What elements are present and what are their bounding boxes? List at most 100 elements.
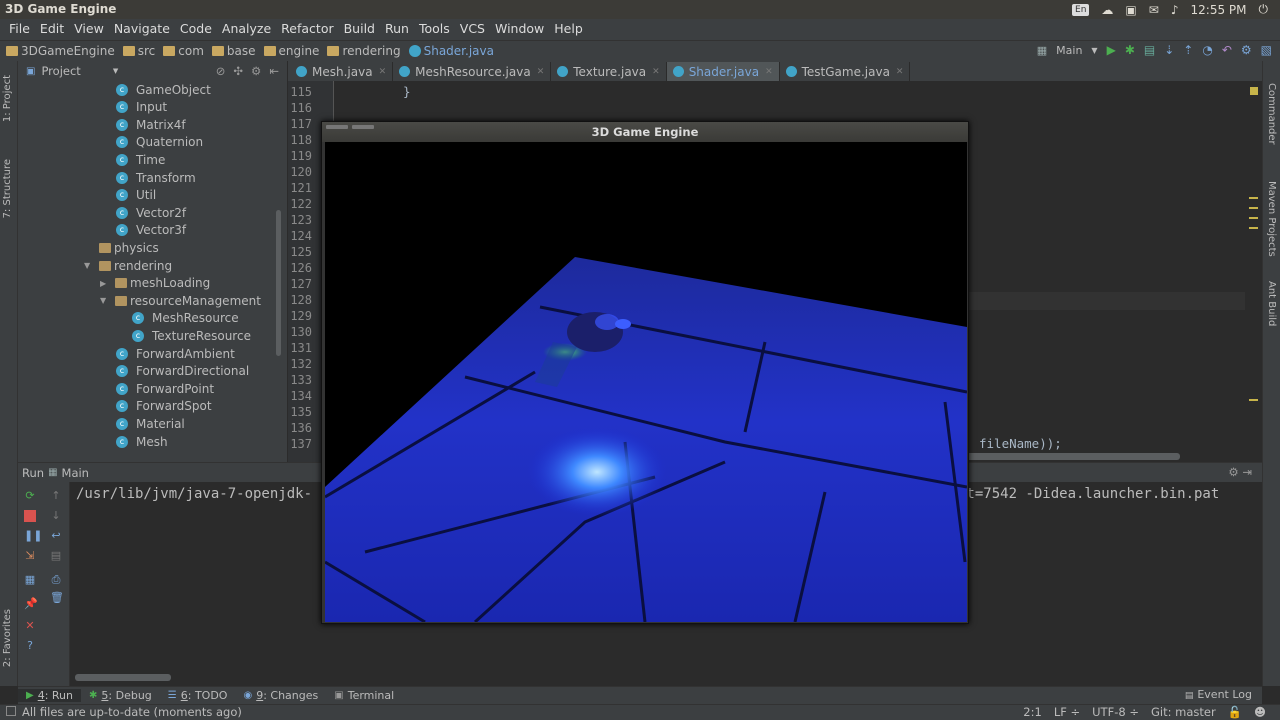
vcs-update-icon[interactable]: ⇣ [1164,43,1174,57]
structure-icon[interactable]: ▧ [1261,43,1272,57]
chevron-down-icon[interactable]: ▼ [1091,46,1097,55]
gear-icon[interactable]: ⚙ ⇥ [1228,465,1252,479]
hide-icon[interactable]: ⇤ [269,64,279,78]
volume-icon[interactable]: ♪ [1171,3,1179,17]
window-menu-button[interactable] [326,125,348,129]
pin-icon[interactable]: 📌 [24,598,38,610]
run-config-selector[interactable]: Main [1056,44,1082,57]
breadcrumb-item-3dgameengine[interactable]: 3DGameEngine [6,44,115,58]
sync-icon[interactable]: ⊘ [216,64,226,78]
up-arrow-icon[interactable]: ↑ [50,490,62,502]
editor-horizontal-scrollbar[interactable] [960,453,1180,460]
project-tree-item[interactable]: c Matrix4f [116,116,186,133]
chevron-down-icon[interactable]: ▼ [100,296,110,305]
power-icon[interactable]: ⏻ [1259,2,1269,17]
warning-mark[interactable] [1249,217,1258,219]
breadcrumb-item-base[interactable]: base [211,44,256,58]
scroll-to-end-icon[interactable]: ▤ [50,550,62,562]
gear-icon[interactable]: ⚙ [251,64,261,78]
clock[interactable]: 12:55 PM [1191,3,1247,17]
line-separator[interactable]: LF ÷ [1054,705,1080,719]
tool-tab-terminal[interactable]: ▣ Terminal [326,689,402,702]
menu-item-tools[interactable]: Tools [414,19,455,40]
game-window[interactable]: 3D Game Engine [321,121,969,624]
console-horizontal-scrollbar[interactable] [75,674,171,681]
run-icon[interactable]: ▶ [1107,43,1116,57]
project-panel-title[interactable]: Project [41,64,80,78]
warning-mark[interactable] [1249,399,1258,401]
project-tree-item[interactable]: c ForwardSpot [116,398,212,415]
menu-item-navigate[interactable]: Navigate [109,19,175,40]
project-tree-item[interactable]: ▼ rendering [84,257,172,274]
project-tool-tab[interactable]: 1: Project [2,75,13,122]
help-icon[interactable]: ? [24,640,36,652]
run-tab-main[interactable]: Main [62,466,89,480]
event-log-tab[interactable]: ▤ Event Log [1185,688,1252,701]
soft-wrap-icon[interactable]: ↩ [50,530,62,542]
editor-tab-shader-java[interactable]: Shader.java ✕ [666,62,780,81]
editor-tab-testgame-java[interactable]: TestGame.java ✕ [780,62,911,81]
menu-item-help[interactable]: Help [549,19,588,40]
debug-icon[interactable]: ✱ [1125,43,1135,57]
file-encoding[interactable]: UTF-8 ÷ [1092,705,1139,719]
favorites-tool-tab[interactable]: 2: Favorites [2,609,13,667]
print-icon[interactable]: ⎙ [50,574,62,586]
project-tree-item[interactable]: c MeshResource [132,310,239,327]
game-window-titlebar[interactable]: 3D Game Engine [322,122,968,142]
keyboard-layout-indicator[interactable]: En [1072,3,1090,16]
breadcrumb-item-engine[interactable]: engine [263,44,319,58]
menu-item-file[interactable]: File [4,19,35,40]
coverage-icon[interactable]: ▤ [1144,43,1155,57]
down-arrow-icon[interactable]: ↓ [50,510,62,522]
project-tree-item[interactable]: c Vector2f [116,204,186,221]
menu-item-refactor[interactable]: Refactor [276,19,338,40]
cloud-icon[interactable]: ☁ [1101,3,1113,17]
project-tree-item[interactable]: c GameObject [116,81,211,98]
trash-icon[interactable]: 🗑 [50,592,64,604]
breadcrumb-item-shader-java[interactable]: Shader.java [408,44,494,58]
menu-item-edit[interactable]: Edit [35,19,69,40]
project-tree-item[interactable]: c ForwardDirectional [116,363,249,380]
tool-tab-run[interactable]: ▶ 4: Run [18,689,81,702]
close-icon[interactable]: ✕ [24,620,36,632]
layout-icon[interactable]: ▦ [24,574,36,586]
project-tree-item[interactable]: c Material [116,415,185,432]
warning-mark[interactable] [1249,197,1258,199]
menu-item-view[interactable]: View [69,19,109,40]
rerun-icon[interactable]: ⟳ [24,490,36,502]
maven-tool-tab[interactable]: Maven Projects [1266,181,1277,257]
editor-tab-texture-java[interactable]: Texture.java ✕ [551,62,667,81]
run-config-icon[interactable]: ▦ [1037,44,1047,57]
revert-icon[interactable]: ↶ [1222,43,1232,57]
inspector-icon[interactable]: ☻ [1254,705,1266,719]
analysis-ok-indicator[interactable] [1250,87,1258,95]
window-minimize-button[interactable] [352,125,374,129]
menu-item-vcs[interactable]: VCS [455,19,490,40]
project-tree-scrollbar[interactable] [276,210,281,356]
editor-tab-meshresource-java[interactable]: MeshResource.java ✕ [393,62,552,81]
clipboard-icon[interactable]: ▣ [1125,3,1136,17]
mail-icon[interactable]: ✉ [1149,3,1159,17]
collapse-icon[interactable]: ✣ [233,64,243,78]
status-toggle-icon[interactable] [6,706,16,716]
close-icon[interactable]: ✕ [896,67,904,77]
menu-item-window[interactable]: Window [490,19,549,40]
settings-icon[interactable]: ⚙ [1241,43,1252,57]
close-icon[interactable]: ✕ [379,67,387,77]
vcs-commit-icon[interactable]: ⇡ [1183,43,1193,57]
chevron-down-icon[interactable]: ▼ [113,67,118,75]
project-tree-item[interactable]: physics [84,239,159,256]
project-tree-item[interactable]: c Time [116,151,165,168]
project-tree-item[interactable]: c ForwardPoint [116,380,214,397]
structure-tool-tab[interactable]: 7: Structure [2,159,13,218]
project-tree-item[interactable]: c Input [116,99,167,116]
project-tree-item[interactable]: c Quaternion [116,134,203,151]
project-tree-item[interactable]: c Vector3f [116,222,186,239]
editor-tab-mesh-java[interactable]: Mesh.java ✕ [290,62,394,81]
vcs-branch[interactable]: Git: master [1151,705,1216,719]
chevron-down-icon[interactable]: ▼ [84,261,94,270]
close-icon[interactable]: ✕ [537,67,545,77]
game-viewport[interactable] [325,142,967,622]
project-tree-item[interactable]: c Util [116,187,156,204]
vcs-history-icon[interactable]: ◔ [1202,43,1212,57]
